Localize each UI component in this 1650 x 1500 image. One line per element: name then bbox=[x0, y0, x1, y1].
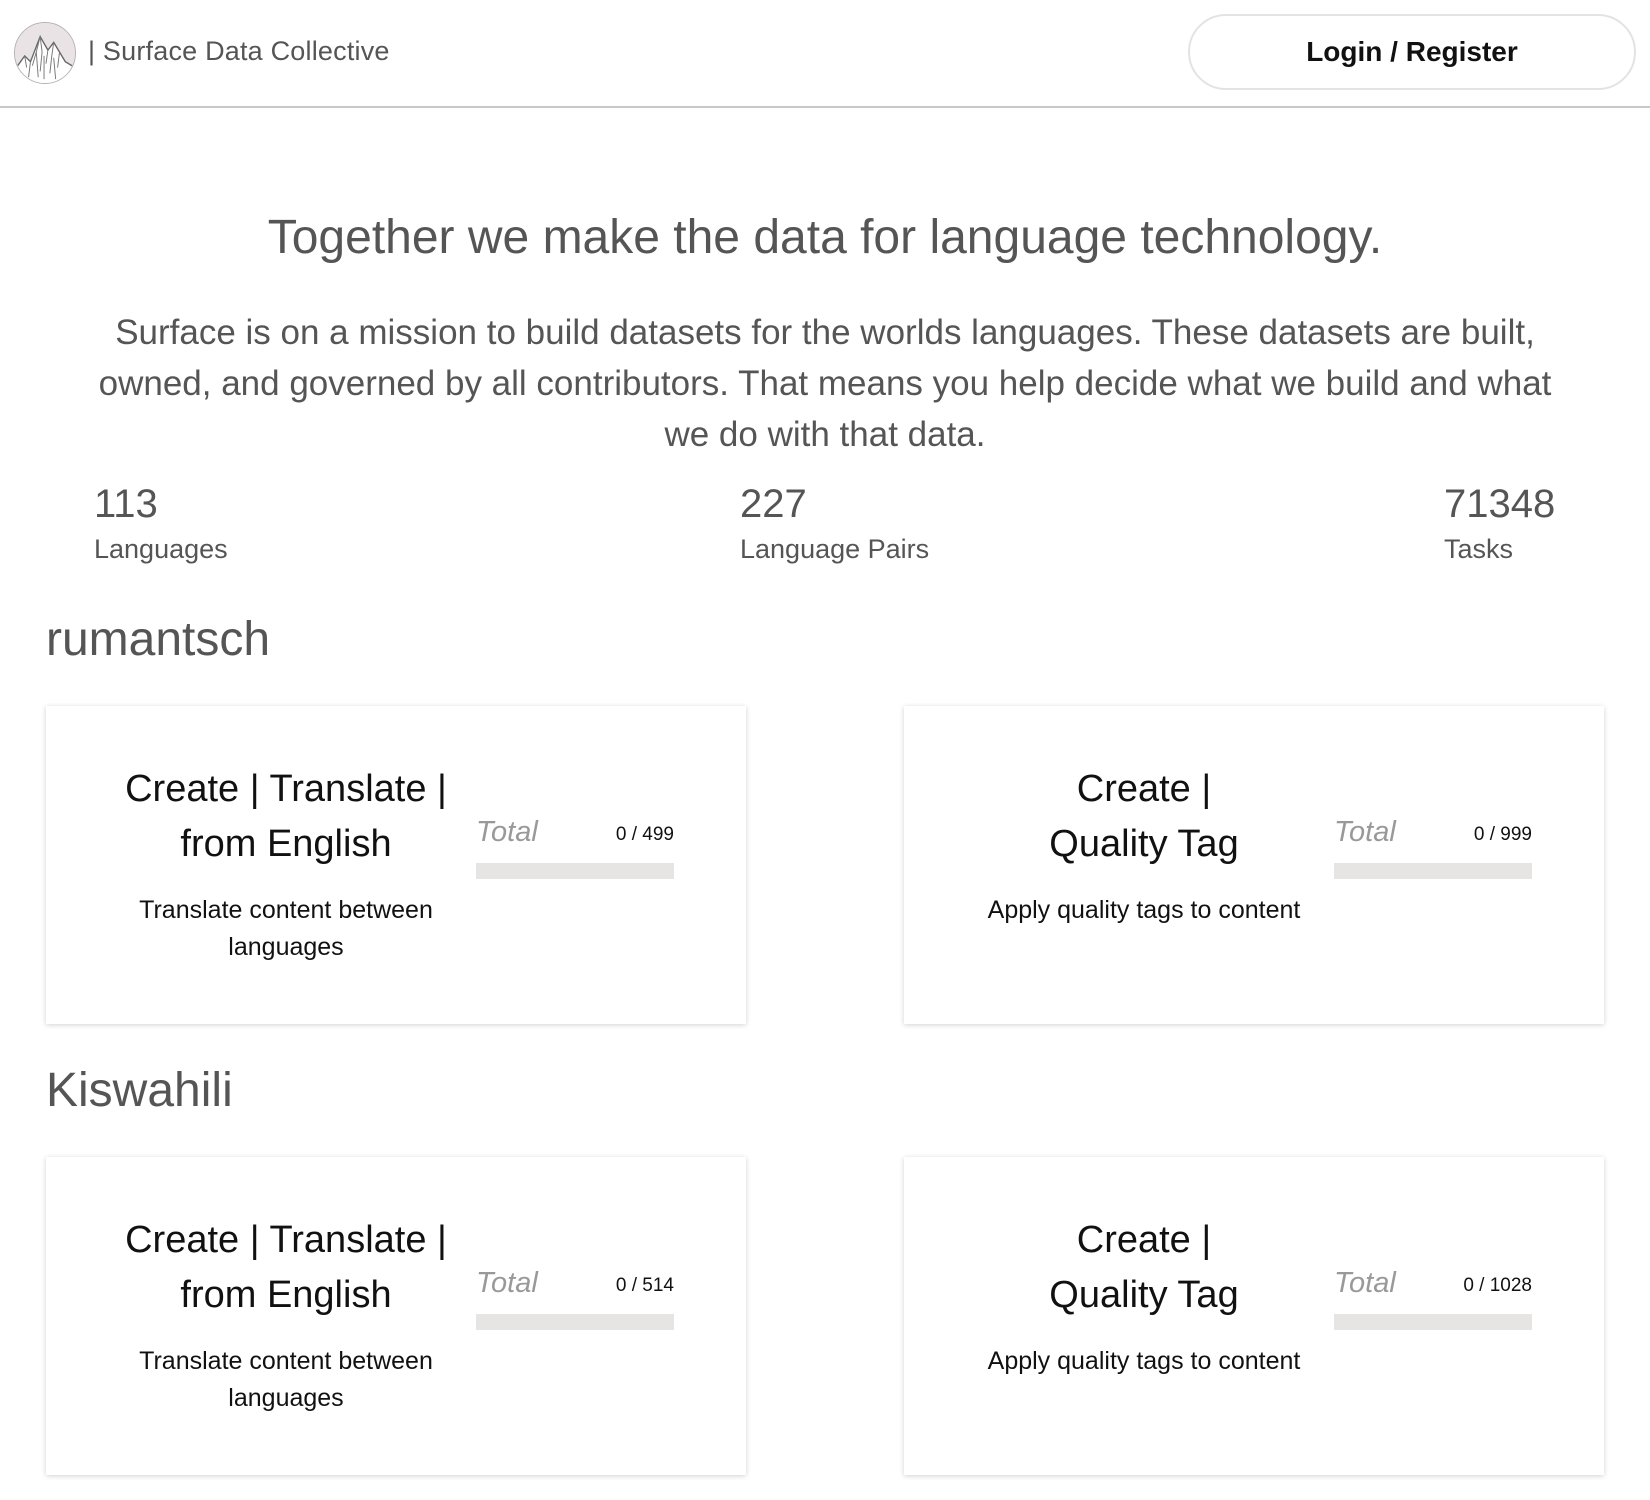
card-text: Create | Translate | from English Transl… bbox=[106, 762, 466, 966]
stat-label: Languages bbox=[94, 534, 228, 564]
stat-label: Language Pairs bbox=[740, 534, 930, 564]
progress-count: 0 / 499 bbox=[615, 824, 674, 845]
card-text: Create | Translate | from English Transl… bbox=[106, 1213, 466, 1417]
stat-language-pairs: 227 Language Pairs bbox=[740, 480, 929, 565]
mountain-logo-icon[interactable] bbox=[14, 22, 76, 84]
card-text: Create | Quality Tag Apply quality tags … bbox=[964, 762, 1324, 929]
progress-bar bbox=[476, 863, 674, 879]
login-register-button[interactable]: Login / Register bbox=[1188, 14, 1636, 90]
card-title: Create | Quality Tag bbox=[1049, 1219, 1239, 1316]
task-card-quality-tag[interactable]: Create | Quality Tag Apply quality tags … bbox=[904, 706, 1604, 1024]
card-description: Apply quality tags to content bbox=[987, 896, 1301, 924]
card-description: Translate content between languages bbox=[139, 896, 433, 961]
task-card-translate[interactable]: Create | Translate | from English Transl… bbox=[46, 1157, 746, 1475]
progress-block: Total 0 / 999 bbox=[1334, 816, 1532, 879]
hero-title: Together we make the data for language t… bbox=[267, 211, 1383, 264]
section-title-rumantsch: rumantsch bbox=[46, 613, 271, 666]
stat-value: 113 bbox=[94, 482, 158, 526]
stat-tasks: 71348 Tasks bbox=[1444, 480, 1555, 565]
progress-bar bbox=[1334, 863, 1532, 879]
brand-name[interactable]: | Surface Data Collective bbox=[88, 36, 390, 67]
progress-count: 0 / 999 bbox=[1473, 824, 1532, 845]
hero-description: Surface is on a mission to build dataset… bbox=[98, 313, 1552, 454]
card-title: Create | Translate | from English bbox=[125, 768, 447, 865]
card-title: Create | Translate | from English bbox=[125, 1219, 447, 1316]
section-title-kiswahili: Kiswahili bbox=[46, 1064, 233, 1117]
stat-label: Tasks bbox=[1444, 534, 1514, 564]
card-title: Create | Quality Tag bbox=[1049, 768, 1239, 865]
progress-count: 0 / 514 bbox=[615, 1275, 674, 1296]
card-description: Translate content between languages bbox=[139, 1347, 433, 1412]
progress-block: Total 0 / 499 bbox=[476, 816, 674, 879]
stat-languages: 113 Languages bbox=[94, 480, 228, 565]
stat-value: 71348 bbox=[1444, 482, 1556, 526]
task-card-quality-tag[interactable]: Create | Quality Tag Apply quality tags … bbox=[904, 1157, 1604, 1475]
card-text: Create | Quality Tag Apply quality tags … bbox=[964, 1213, 1324, 1380]
progress-count: 0 / 1028 bbox=[1463, 1275, 1532, 1296]
task-card-translate[interactable]: Create | Translate | from English Transl… bbox=[46, 706, 746, 1024]
progress-bar bbox=[476, 1314, 674, 1330]
card-description: Apply quality tags to content bbox=[987, 1347, 1301, 1375]
progress-bar bbox=[1334, 1314, 1532, 1330]
progress-block: Total 0 / 1028 bbox=[1334, 1267, 1532, 1330]
stat-value: 227 bbox=[740, 482, 807, 526]
top-navbar: | Surface Data Collective Login / Regist… bbox=[0, 0, 1650, 108]
progress-block: Total 0 / 514 bbox=[476, 1267, 674, 1330]
